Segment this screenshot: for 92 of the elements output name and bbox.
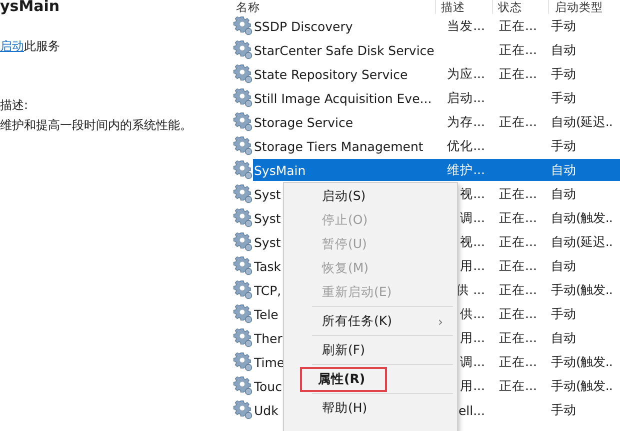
table-cell: Still Image Acquisition Eve... <box>254 90 432 106</box>
gear-icon <box>233 256 253 276</box>
table-cell: 正在... <box>499 18 537 32</box>
table-cell: 自动(触发.. <box>551 210 612 226</box>
start-link[interactable]: 启动 <box>0 39 24 53</box>
table-cell: 手动(触发.. <box>551 378 612 394</box>
description-label: 描述: <box>0 97 30 114</box>
table-cell: 启动... <box>447 90 485 104</box>
table-row[interactable]: Still Image Acquisition Eve... 启动... 手动 <box>253 87 620 109</box>
table-cell: SysMain <box>254 162 306 178</box>
table-cell: 正在... <box>499 234 537 248</box>
gear-icon <box>233 232 253 252</box>
table-row[interactable]: Storage Service 为存... 正在... 自动(延迟.. <box>253 111 620 133</box>
table-cell: 为存... <box>447 114 485 128</box>
table-cell: 正在... <box>499 258 537 272</box>
table-cell: Time <box>254 354 285 370</box>
table-row[interactable]: SysMain 维护... 自动 <box>253 159 620 181</box>
table-cell: 正在... <box>499 42 537 56</box>
table-cell: 正在... <box>499 378 537 392</box>
column-header[interactable]: 描述 <box>436 0 493 14</box>
gear-icon <box>233 184 253 204</box>
table-cell: State Repository Service <box>254 66 408 82</box>
gear-icon <box>233 16 253 36</box>
gear-icon <box>233 64 253 84</box>
menu-item[interactable]: 刷新(F) <box>320 340 367 360</box>
table-row[interactable]: StarCenter Safe Disk Service 正在... 自动 <box>253 39 620 61</box>
table-cell: 用... <box>460 258 485 272</box>
gear-icon <box>233 280 253 300</box>
menu-item[interactable]: 帮助(H) <box>320 398 370 418</box>
gear-icon <box>233 376 253 396</box>
table-cell: 正在... <box>499 354 537 368</box>
gear-icon <box>233 88 253 108</box>
table-cell: 维护... <box>447 162 485 176</box>
column-header[interactable]: 启动类型 <box>549 0 603 14</box>
table-cell: 视... <box>460 186 485 200</box>
table-cell: 手动 <box>551 402 576 418</box>
table-cell: 优化... <box>447 138 485 152</box>
table-cell: 正在... <box>499 306 537 320</box>
gear-icon <box>233 304 253 324</box>
table-cell: 手动(触发.. <box>551 354 612 370</box>
table-cell: 当发... <box>447 18 485 32</box>
table-cell: 为应... <box>447 66 485 80</box>
table-cell: 正在... <box>499 186 537 200</box>
table-row[interactable]: SSDP Discovery 当发... 正在... 手动 <box>253 15 620 37</box>
table-cell: 自动(延迟.. <box>551 114 612 130</box>
menu-item[interactable]: 所有任务(K) <box>320 310 394 332</box>
table-cell: 手动 <box>551 90 576 106</box>
table-cell: 正在... <box>499 66 537 80</box>
gear-icon <box>233 160 253 180</box>
table-cell: 正在... <box>499 210 537 224</box>
table-cell: Storage Tiers Management <box>254 138 424 154</box>
table-cell: Storage Service <box>254 114 354 130</box>
menu-item[interactable]: 启动(S) <box>320 186 368 206</box>
table-cell: 自动 <box>551 258 576 274</box>
action-text: 此服务 <box>24 39 60 53</box>
table-row[interactable]: State Repository Service 为应... 正在... 手动 <box>253 63 620 85</box>
table-cell: 调... <box>460 354 485 368</box>
table-cell: 手动 <box>551 66 576 82</box>
table-cell: 自动 <box>551 186 576 202</box>
submenu-arrow: › <box>438 314 443 328</box>
table-cell: 正在... <box>499 330 537 344</box>
table-cell: 自动 <box>551 162 576 178</box>
table-cell: 手动 <box>551 138 576 154</box>
table-cell: 用... <box>460 330 485 344</box>
gear-icon <box>233 352 253 372</box>
table-cell: 手动 <box>551 306 576 322</box>
table-cell: 自动 <box>551 42 576 58</box>
table-cell: 手动 <box>551 18 576 34</box>
table-cell: 正在... <box>499 114 537 128</box>
table-cell: ell... <box>458 402 485 418</box>
table-cell: 自动 <box>551 330 576 346</box>
gear-icon <box>233 40 253 60</box>
gear-icon <box>233 400 253 420</box>
table-cell: StarCenter Safe Disk Service <box>254 42 434 58</box>
gear-icon <box>233 328 253 348</box>
gear-icon <box>233 136 253 156</box>
gear-icon <box>233 112 253 132</box>
gear-icon <box>233 208 253 228</box>
table-cell: SSDP Discovery <box>254 18 353 34</box>
table-cell: Ther <box>254 330 282 346</box>
table-cell: 调... <box>460 210 485 224</box>
menu-item[interactable]: 属性(R) <box>302 368 386 390</box>
table-cell: 正在... <box>499 282 537 296</box>
column-header[interactable]: 状态 <box>493 0 549 14</box>
table-cell: 视... <box>460 234 485 248</box>
column-header[interactable]: 名称 <box>226 0 436 14</box>
table-cell: 供... <box>460 306 485 320</box>
description-text: 维护和提高一段时间内的系统性能。 <box>0 117 193 134</box>
table-row[interactable]: Storage Tiers Management 优化... 手动 <box>253 135 620 157</box>
table-cell: 手动(触发.. <box>551 282 612 298</box>
table-cell: 自动(延迟.. <box>551 234 612 250</box>
table-cell: 用... <box>460 378 485 392</box>
